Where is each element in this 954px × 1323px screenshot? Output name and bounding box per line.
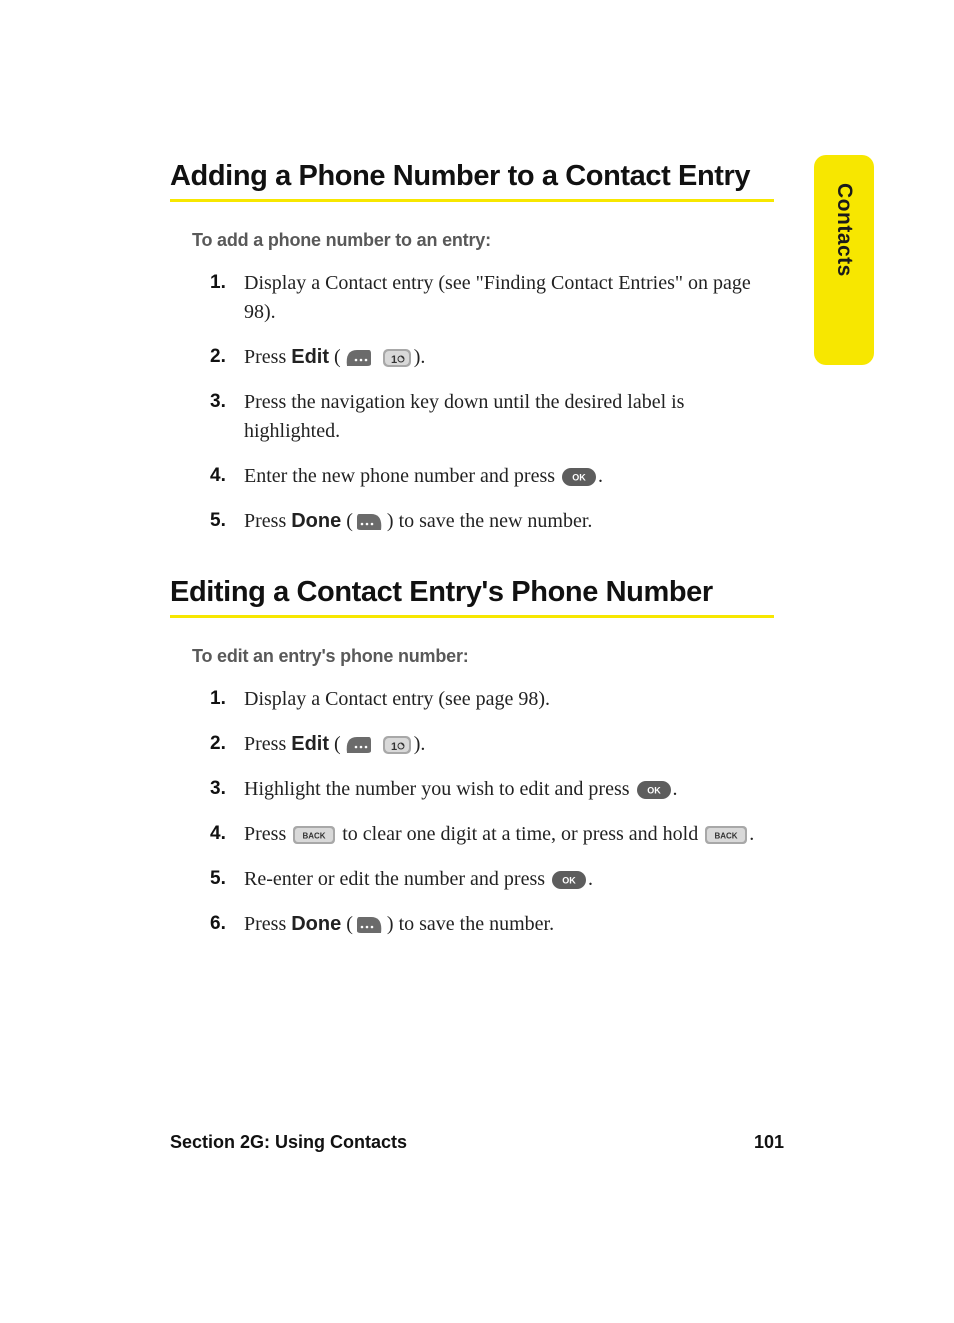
step-number: 3. bbox=[210, 388, 226, 416]
step-text: ( bbox=[329, 733, 341, 755]
step-text: Highlight the number you wish to edit an… bbox=[244, 778, 635, 800]
step-text: Press bbox=[244, 733, 291, 755]
ok-button-icon: OK bbox=[637, 781, 671, 799]
step: 1. Display a Contact entry (see page 98)… bbox=[210, 685, 774, 714]
svg-text:1: 1 bbox=[391, 354, 397, 366]
softkey-right-icon bbox=[355, 915, 385, 935]
key-1-icon: 1 bbox=[382, 735, 412, 755]
step-text: ). bbox=[414, 346, 426, 368]
step: 1. Display a Contact entry (see "Finding… bbox=[210, 269, 774, 327]
page-footer: Section 2G: Using Contacts 101 bbox=[170, 1132, 784, 1153]
step-text: . bbox=[749, 823, 754, 845]
step-text: ( bbox=[341, 913, 353, 935]
svg-text:1: 1 bbox=[391, 741, 397, 753]
key-1-icon: 1 bbox=[382, 348, 412, 368]
step-number: 4. bbox=[210, 462, 226, 490]
step-bold: Done bbox=[291, 913, 341, 935]
step-text: Display a Contact entry (see "Finding Co… bbox=[244, 272, 751, 323]
step-text: . bbox=[673, 778, 678, 800]
side-tab-label: Contacts bbox=[832, 183, 856, 277]
step-number: 6. bbox=[210, 910, 226, 938]
step-bold: Edit bbox=[291, 733, 329, 755]
heading-rule bbox=[170, 615, 774, 618]
svg-text:OK: OK bbox=[647, 786, 661, 796]
step-number: 2. bbox=[210, 730, 226, 758]
step: 4. Press BACK to clear one digit at a ti… bbox=[210, 820, 774, 849]
step-bold: Edit bbox=[291, 346, 329, 368]
softkey-left-icon bbox=[343, 348, 373, 368]
step-bold: Done bbox=[291, 510, 341, 532]
back-button-icon: BACK bbox=[293, 826, 335, 844]
section1-heading: Adding a Phone Number to a Contact Entry bbox=[170, 160, 774, 193]
softkey-right-icon bbox=[355, 512, 385, 532]
section2: Editing a Contact Entry's Phone Number T… bbox=[170, 576, 774, 939]
section1-steps: 1. Display a Contact entry (see "Finding… bbox=[170, 269, 774, 536]
step-text: Press the navigation key down until the … bbox=[244, 391, 684, 442]
softkey-left-icon bbox=[343, 735, 373, 755]
svg-text:OK: OK bbox=[572, 473, 586, 483]
step-text: . bbox=[598, 465, 603, 487]
step: 3. Press the navigation key down until t… bbox=[210, 388, 774, 446]
step-text: Press bbox=[244, 823, 291, 845]
step-number: 1. bbox=[210, 269, 226, 297]
side-tab: Contacts bbox=[814, 155, 874, 365]
svg-text:OK: OK bbox=[562, 876, 576, 886]
document-page: Contacts Adding a Phone Number to a Cont… bbox=[0, 0, 954, 1323]
step: 4. Enter the new phone number and press … bbox=[210, 462, 774, 491]
step-text: . bbox=[588, 868, 593, 890]
step-text: Re-enter or edit the number and press bbox=[244, 868, 550, 890]
step-number: 5. bbox=[210, 507, 226, 535]
step-text: Press bbox=[244, 913, 291, 935]
step-text: to clear one digit at a time, or press a… bbox=[337, 823, 703, 845]
step: 5. Re-enter or edit the number and press… bbox=[210, 865, 774, 894]
step-text: Press bbox=[244, 346, 291, 368]
footer-section-label: Section 2G: Using Contacts bbox=[170, 1132, 407, 1153]
section2-heading: Editing a Contact Entry's Phone Number bbox=[170, 576, 774, 609]
step-number: 3. bbox=[210, 775, 226, 803]
step: 2. Press Edit ( 1). bbox=[210, 730, 774, 759]
step-text: Press bbox=[244, 510, 291, 532]
ok-button-icon: OK bbox=[552, 871, 586, 889]
back-button-icon: BACK bbox=[705, 826, 747, 844]
section1-intro: To add a phone number to an entry: bbox=[192, 230, 774, 251]
svg-text:BACK: BACK bbox=[715, 832, 738, 841]
step-number: 2. bbox=[210, 343, 226, 371]
step: 5. Press Done ( ) to save the new number. bbox=[210, 507, 774, 536]
step-text: ) to save the new number. bbox=[387, 510, 593, 532]
step: 6. Press Done ( ) to save the number. bbox=[210, 910, 774, 939]
step-number: 5. bbox=[210, 865, 226, 893]
svg-text:BACK: BACK bbox=[303, 832, 326, 841]
step-text: Display a Contact entry (see page 98). bbox=[244, 688, 550, 710]
step: 2. Press Edit ( 1). bbox=[210, 343, 774, 372]
footer-page-number: 101 bbox=[754, 1132, 784, 1153]
step-text: Enter the new phone number and press bbox=[244, 465, 560, 487]
step-text: ) to save the number. bbox=[387, 913, 554, 935]
step-number: 1. bbox=[210, 685, 226, 713]
section2-steps: 1. Display a Contact entry (see page 98)… bbox=[170, 685, 774, 939]
ok-button-icon: OK bbox=[562, 468, 596, 486]
step: 3. Highlight the number you wish to edit… bbox=[210, 775, 774, 804]
step-text: ( bbox=[341, 510, 353, 532]
step-text: ( bbox=[329, 346, 341, 368]
step-number: 4. bbox=[210, 820, 226, 848]
step-text: ). bbox=[414, 733, 426, 755]
section2-intro: To edit an entry's phone number: bbox=[192, 646, 774, 667]
heading-rule bbox=[170, 199, 774, 202]
